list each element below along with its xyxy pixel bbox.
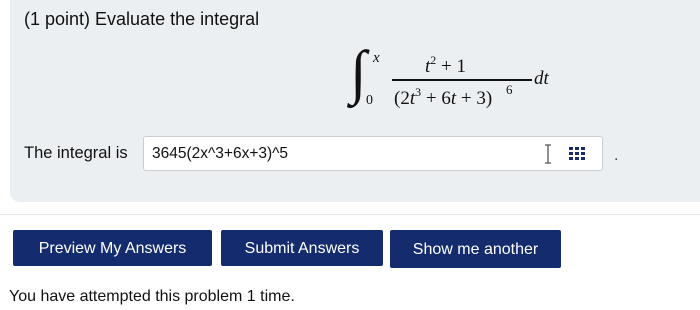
differential: dt — [534, 68, 549, 89]
answer-value: 3645(2x^3+6x+3)^5 — [152, 145, 289, 162]
text-cursor-icon — [545, 144, 551, 164]
attempt-status: You have attempted this problem 1 time. — [9, 288, 295, 305]
preview-answers-button[interactable]: Preview My Answers — [13, 230, 212, 266]
integral-sign: ∫ — [350, 39, 367, 105]
integrand-numerator: t2 + 1 — [425, 53, 466, 77]
answer-trailing-period: . — [614, 147, 619, 164]
fraction-bar — [392, 79, 532, 81]
answer-label: The integral is — [24, 144, 128, 162]
answer-input[interactable]: 3645(2x^3+6x+3)^5 — [143, 136, 603, 171]
show-another-button[interactable]: Show me another — [390, 230, 561, 268]
integrand-denominator: (2t3 + 6t + 3) — [394, 85, 493, 109]
divider — [0, 214, 700, 215]
submit-answers-button[interactable]: Submit Answers — [221, 230, 383, 266]
denominator-power: 6 — [506, 82, 513, 97]
upper-limit: x — [373, 50, 380, 66]
equation-editor-icon[interactable] — [569, 147, 585, 161]
lower-limit: 0 — [366, 93, 373, 108]
integral-expression: ∫ x 0 t2 + 1 (2t3 + 6t + 3) 6 dt — [346, 42, 566, 118]
problem-heading: (1 point) Evaluate the integral — [24, 9, 260, 29]
